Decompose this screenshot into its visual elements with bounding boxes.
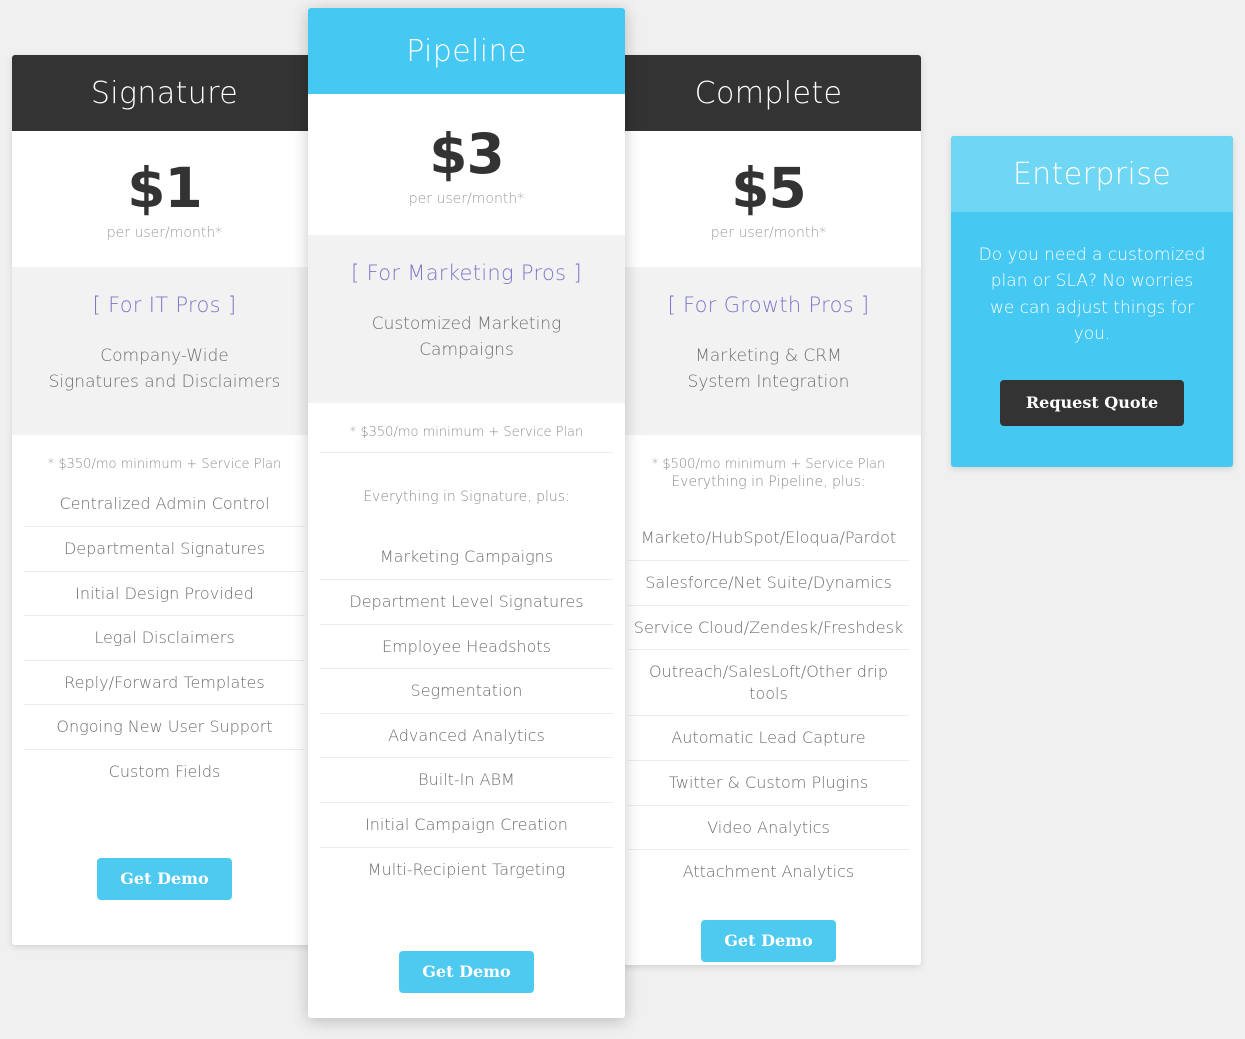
feature-item: Department Level Signatures	[320, 580, 613, 625]
plan-price-unit: per user/month*	[710, 224, 827, 241]
plan-card-complete: Complete $5 per user/month* [ For Growth…	[616, 55, 921, 965]
feature-item: Departmental Signatures	[24, 527, 305, 572]
plan-price-block: $5 per user/month*	[616, 131, 921, 267]
feature-item: Custom Fields	[108, 762, 221, 781]
plan-card-signature: Signature $1 per user/month* [ For IT Pr…	[12, 55, 317, 945]
plan-features-complete: * $500/mo minimum + Service Plan Everyth…	[616, 435, 921, 894]
feature-item: Advanced Analytics	[320, 714, 613, 759]
plan-summary: Company-Wide Signatures and Disclaimers	[48, 345, 281, 393]
plan-footnote: * $500/mo minimum + Service Plan	[651, 457, 886, 473]
plan-summary: Marketing & CRM System Integration	[687, 345, 850, 393]
enterprise-body: Do you need a customized plan or SLA? No…	[951, 212, 1233, 460]
plan-header-enterprise: Enterprise	[951, 136, 1233, 212]
plan-features-signature: * $350/mo minimum + Service Plan Central…	[12, 435, 317, 794]
feature-item: Attachment Analytics	[682, 862, 855, 882]
pricing-table: Signature $1 per user/month* [ For IT Pr…	[0, 0, 1245, 1039]
plan-audience: [ For IT Pros ]	[92, 292, 237, 317]
feature-item: Segmentation	[320, 669, 613, 714]
feature-item: Built-In ABM	[320, 758, 613, 803]
feature-list: Centralized Admin Control Departmental Si…	[24, 482, 305, 793]
plan-inherits: Everything in Pipeline, plus:	[671, 474, 866, 491]
get-demo-button[interactable]: Get Demo	[701, 919, 836, 962]
plan-price-block: $1 per user/month*	[12, 131, 317, 267]
plan-tagline-block: [ For Marketing Pros ] Customized Market…	[308, 234, 625, 404]
plan-price-unit: per user/month*	[106, 224, 223, 241]
feature-item: Legal Disclaimers	[24, 616, 305, 661]
feature-item: Centralized Admin Control	[24, 482, 305, 528]
plan-price-unit: per user/month*	[408, 190, 525, 207]
feature-item: Salesforce/Net Suite/Dynamics	[628, 561, 909, 606]
feature-item: Twitter & Custom Plugins	[628, 761, 909, 806]
plan-price-block: $3 per user/month*	[308, 94, 625, 235]
feature-item: Marketo/HubSpot/Eloqua/Pardot	[628, 516, 909, 562]
feature-item: Outreach/SalesLoft/Other drip tools	[628, 650, 909, 717]
plan-price: $5	[731, 156, 807, 220]
feature-item: Ongoing New User Support	[24, 705, 305, 750]
enterprise-cta-wrap: Request Quote	[977, 380, 1207, 427]
plan-tagline-block: [ For Growth Pros ] Marketing & CRM Syste…	[616, 266, 921, 436]
feature-item: Service Cloud/Zendesk/Freshdesk	[628, 606, 909, 651]
plan-title: Pipeline	[406, 33, 527, 69]
feature-item: Initial Design Provided	[24, 572, 305, 617]
enterprise-description: Do you need a customized plan or SLA? No…	[978, 245, 1206, 345]
plan-cta-wrap: Get Demo	[616, 893, 921, 962]
plan-title: Complete	[694, 75, 843, 111]
plan-inherits: Everything in Signature, plus:	[363, 489, 570, 506]
feature-item: Video Analytics	[628, 806, 909, 851]
feature-list: Marketing Campaigns Department Level Sign…	[320, 535, 613, 891]
plan-header-signature: Signature	[12, 55, 317, 131]
plan-price: $3	[429, 122, 505, 186]
plan-card-pipeline: Pipeline $3 per user/month* [ For Market…	[308, 8, 625, 1018]
plan-header-pipeline: Pipeline	[308, 8, 625, 94]
plan-footnote: * $350/mo minimum + Service Plan	[47, 457, 282, 473]
plan-footnote: * $350/mo minimum + Service Plan	[320, 425, 613, 454]
feature-item: Multi-Recipient Targeting	[367, 859, 566, 879]
feature-list: Marketo/HubSpot/Eloqua/Pardot Salesforce/…	[628, 516, 909, 893]
plan-header-complete: Complete	[616, 55, 921, 131]
feature-item: Reply/Forward Templates	[24, 661, 305, 706]
plan-price: $1	[127, 156, 203, 220]
plan-tagline-block: [ For IT Pros ] Company-Wide Signatures a…	[12, 266, 317, 436]
feature-item: Automatic Lead Capture	[628, 716, 909, 761]
plan-title: Signature	[90, 75, 239, 111]
plan-audience: [ For Growth Pros ]	[667, 292, 870, 317]
plan-audience: [ For Marketing Pros ]	[351, 260, 582, 285]
plan-card-enterprise: Enterprise Do you need a customized plan…	[951, 136, 1233, 467]
plan-features-pipeline: * $350/mo minimum + Service Plan Everyth…	[308, 403, 625, 892]
feature-item: Marketing Campaigns	[320, 535, 613, 581]
get-demo-button[interactable]: Get Demo	[399, 951, 534, 994]
plan-summary: Customized Marketing Campaigns	[371, 313, 562, 361]
plan-cta-wrap: Get Demo	[308, 891, 625, 994]
plan-cta-wrap: Get Demo	[12, 793, 317, 900]
feature-item: Initial Campaign Creation	[320, 803, 613, 848]
request-quote-button[interactable]: Request Quote	[999, 380, 1185, 427]
plan-title: Enterprise	[1012, 156, 1172, 192]
get-demo-button[interactable]: Get Demo	[97, 857, 232, 900]
feature-item: Employee Headshots	[320, 625, 613, 670]
